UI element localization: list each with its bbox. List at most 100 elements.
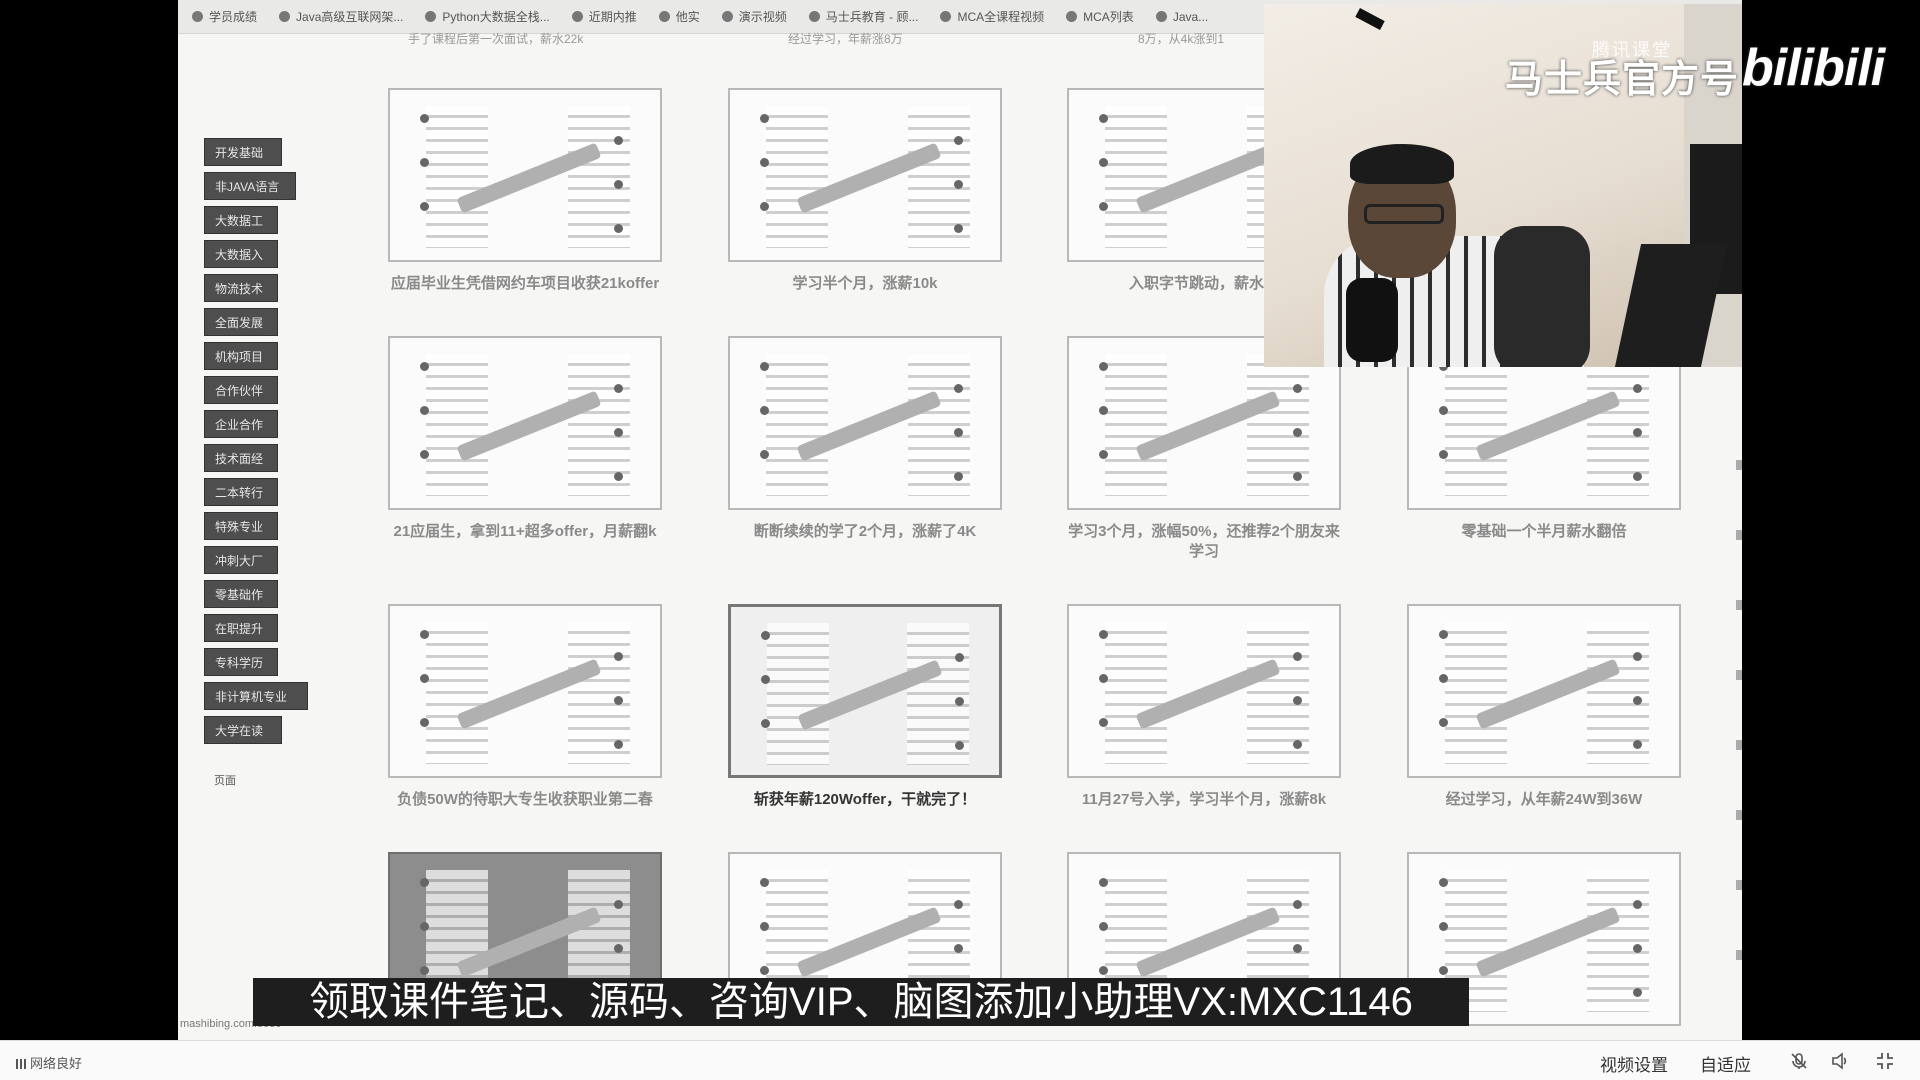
side-nav-item[interactable]: 大数据工 (204, 206, 278, 234)
avatar-icon (1633, 944, 1642, 953)
testimonial-card[interactable]: 断断续续的学了2个月，涨薪了4K (728, 336, 1002, 542)
card-caption: 斩获年薪120Woffer，干就完了！ (753, 791, 977, 808)
bookmark-item[interactable]: 马士兵教育 - 顾... (808, 8, 918, 25)
chat-screenshot-thumbnail[interactable] (728, 604, 1002, 778)
avatar-icon (954, 136, 963, 145)
webcam-presenter-hair (1350, 144, 1454, 184)
avatar-icon (1099, 718, 1108, 727)
bookmark-item[interactable]: 学员成绩 (192, 8, 257, 25)
network-status-label: 网络良好 (30, 1056, 83, 1071)
avatar-icon (760, 450, 769, 459)
avatar-icon (1293, 428, 1302, 437)
avatar-icon (420, 450, 429, 459)
chat-bubbles-left (1445, 354, 1507, 496)
chat-screenshot-thumbnail[interactable] (1067, 604, 1341, 778)
avatar-icon (954, 384, 963, 393)
avatar-icon (1099, 922, 1108, 931)
volume-icon[interactable] (1831, 1052, 1849, 1070)
adaptive-quality-button[interactable]: 自适应 (1700, 1051, 1751, 1076)
avatar-icon (614, 900, 623, 909)
chat-bubbles-left (426, 354, 488, 496)
avatar-icon (761, 631, 770, 640)
side-nav-item[interactable]: 冲刺大厂 (204, 546, 278, 574)
avatar-icon (420, 922, 429, 931)
chat-screenshot-thumbnail[interactable] (388, 88, 662, 262)
avatar-icon (1099, 878, 1108, 887)
side-nav-item[interactable]: 全面发展 (204, 308, 278, 336)
bookmark-item[interactable]: 近期内推 (571, 8, 637, 25)
side-nav-item[interactable]: 物流技术 (204, 274, 278, 302)
cut-caption: 手了课程后第一次面试，薪水22k (408, 32, 584, 46)
side-nav-item[interactable]: 大学在读 (204, 716, 282, 744)
avatar-icon (614, 428, 623, 437)
video-settings-button[interactable]: 视频设置 (1600, 1051, 1668, 1076)
card-caption: 断断续续的学了2个月，涨薪了4K (753, 523, 977, 540)
card-caption: 11月27号入学，学习半个月，涨薪8k (1081, 791, 1327, 808)
avatar-icon (1293, 944, 1302, 953)
globe-icon (658, 11, 670, 22)
side-nav-item[interactable]: 企业合作 (204, 410, 278, 438)
side-nav-item[interactable]: 大数据入 (204, 240, 278, 268)
testimonial-card[interactable]: 11月27号入学，学习半个月，涨薪8k (1067, 604, 1341, 810)
webcam-presenter-glasses (1364, 204, 1444, 224)
chat-screenshot-thumbnail[interactable] (388, 604, 662, 778)
testimonial-card[interactable]: 21应届生，拿到11+超多offer，月薪翻k (388, 336, 662, 542)
chat-bubbles-left (1105, 354, 1167, 496)
chat-bubbles-left (1445, 622, 1507, 764)
bookmark-item[interactable]: 演示视频 (721, 8, 787, 25)
testimonial-card[interactable]: 应届毕业生凭借网约车项目收获21koffer (388, 88, 662, 294)
avatar-icon (954, 224, 963, 233)
side-nav-item[interactable]: 技术面经 (204, 444, 278, 472)
side-nav-item[interactable]: 二本转行 (204, 478, 278, 506)
testimonial-card[interactable]: 学习3个月，涨幅50%，还推荐2个朋友来学习 (1067, 336, 1341, 562)
avatar-icon (954, 472, 963, 481)
avatar-icon (1293, 472, 1302, 481)
side-nav-item[interactable]: 合作伙伴 (204, 376, 278, 404)
bookmark-item[interactable]: Java高级互联网架... (279, 8, 403, 25)
testimonial-card[interactable]: 负债50W的待职大专生收获职业第二春 (388, 604, 662, 810)
side-nav-item[interactable]: 特殊专业 (204, 512, 278, 540)
refresh-icon (940, 11, 952, 22)
bookmark-item[interactable]: Java... (1155, 10, 1208, 24)
side-nav-item[interactable]: 零基础作 (204, 580, 278, 608)
avatar-icon (1439, 718, 1448, 727)
side-nav-item[interactable]: 机构项目 (204, 342, 278, 370)
chat-screenshot-thumbnail[interactable] (728, 336, 1002, 510)
avatar-icon (954, 428, 963, 437)
avatar-icon (1293, 900, 1302, 909)
avatar-icon (420, 718, 429, 727)
side-note: 页面 (214, 775, 236, 787)
side-nav-item[interactable]: 专科学历 (204, 648, 278, 676)
chat-screenshot-thumbnail[interactable] (388, 336, 662, 510)
side-nav-item[interactable]: 非计算机专业 (204, 682, 308, 710)
chat-screenshot-thumbnail[interactable] (1407, 604, 1681, 778)
avatar-icon (760, 362, 769, 371)
exit-fullscreen-icon[interactable] (1876, 1052, 1894, 1070)
avatar-icon (760, 966, 769, 975)
refresh-icon (571, 11, 583, 22)
bookmark-item[interactable]: MCA全课程视频 (940, 8, 1044, 25)
avatar-icon (420, 202, 429, 211)
avatar-icon (760, 922, 769, 931)
mic-muted-icon[interactable] (1790, 1052, 1808, 1070)
bookmark-item[interactable]: MCA列表 (1066, 8, 1134, 25)
chat-screenshot-thumbnail[interactable] (728, 88, 1002, 262)
side-nav-item[interactable]: 开发基础 (204, 138, 282, 166)
testimonial-card[interactable]: 斩获年薪120Woffer，干就完了！ (728, 604, 1002, 810)
avatar-icon (1633, 988, 1642, 997)
avatar-icon (761, 675, 770, 684)
card-caption: 21应届生，拿到11+超多offer，月薪翻k (393, 523, 657, 540)
avatar-icon (1099, 674, 1108, 683)
scrollbar[interactable] (1736, 400, 1742, 1000)
side-nav-item[interactable]: 在职提升 (204, 614, 278, 642)
testimonial-card[interactable]: 学习半个月，涨薪10k (728, 88, 1002, 294)
card-caption: 负债50W的待职大专生收获职业第二春 (397, 791, 653, 808)
avatar-icon (760, 406, 769, 415)
avatar-icon (614, 652, 623, 661)
side-category-nav: 开发基础非JAVA语言 大数据工大数据入物流技术全面发展机构项目合作伙伴企业合作技… (204, 138, 308, 750)
bookmark-item[interactable]: 他实 (658, 8, 700, 25)
testimonial-card[interactable]: 经过学习，从年薪24W到36W (1407, 604, 1681, 810)
avatar-icon (954, 900, 963, 909)
bookmark-item[interactable]: Python大数据全栈... (425, 8, 550, 25)
side-nav-item[interactable]: 非JAVA语言 (204, 172, 296, 200)
